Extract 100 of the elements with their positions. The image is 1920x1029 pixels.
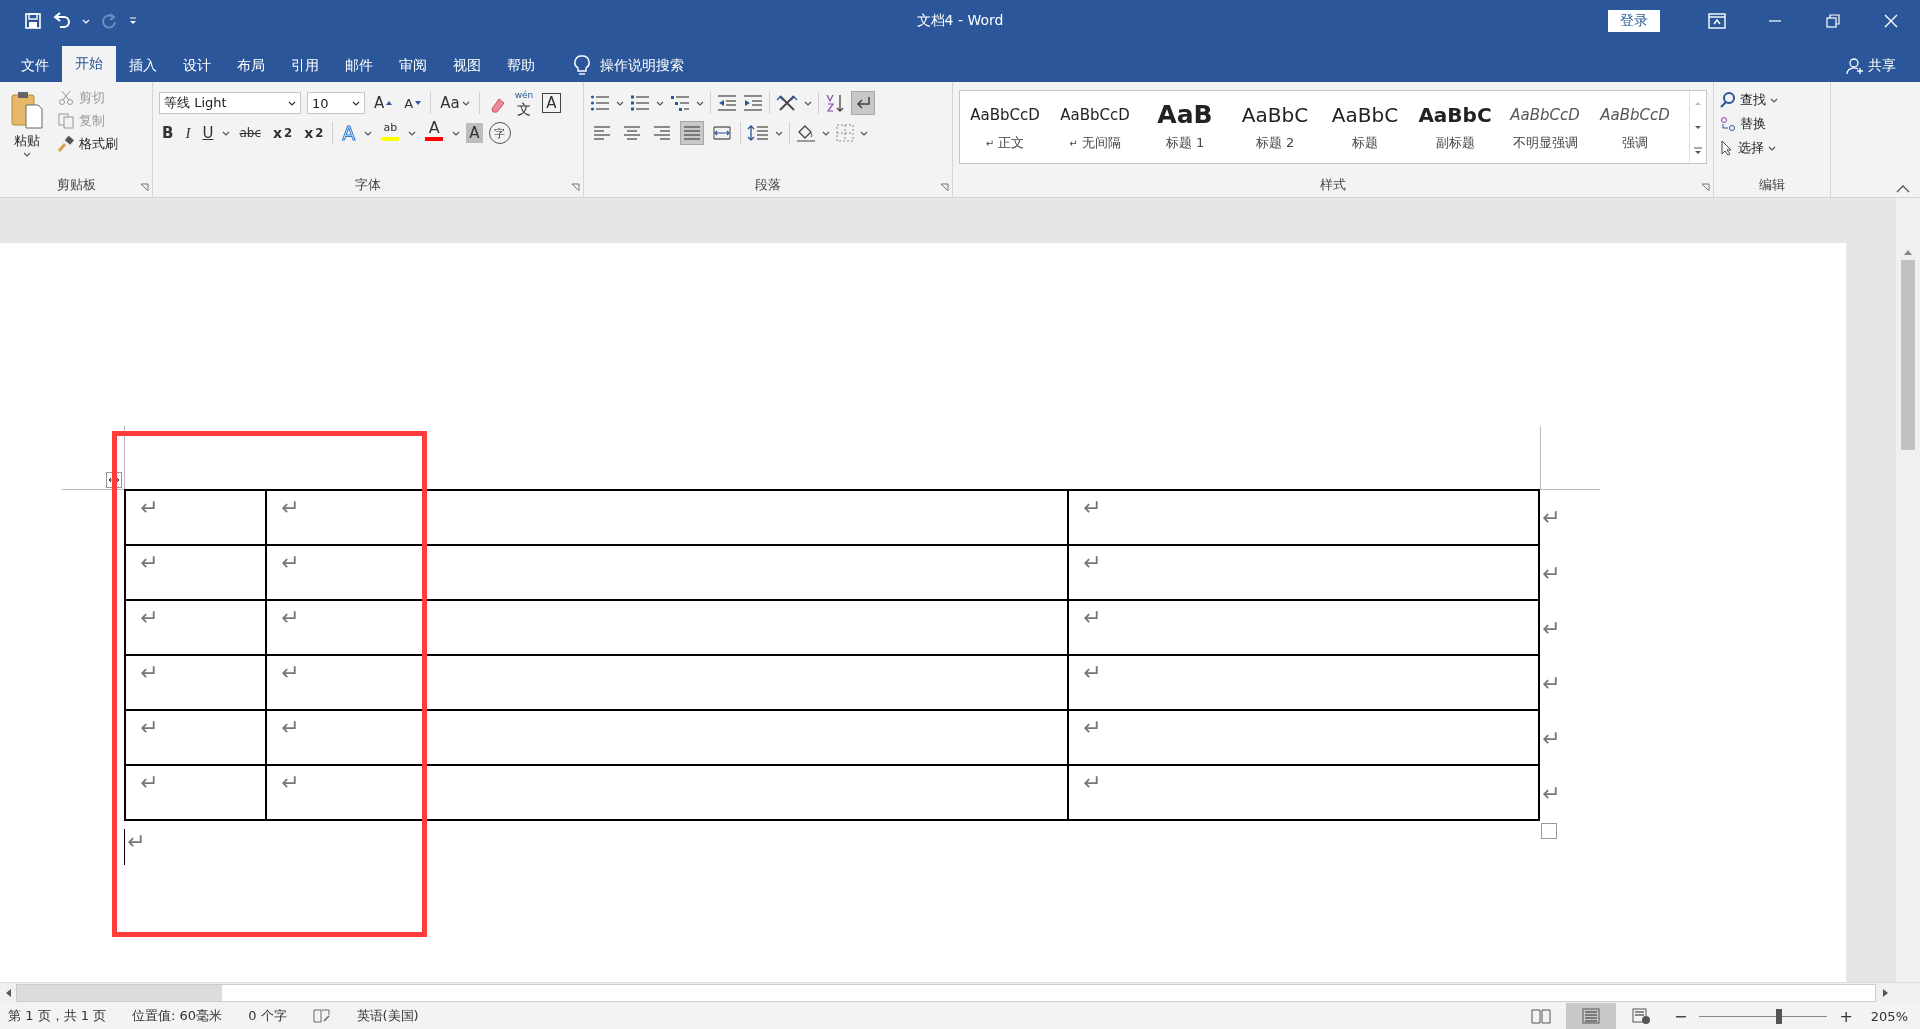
share-button[interactable]: 共享 xyxy=(1868,57,1896,75)
ribbon-tab[interactable]: 帮助 xyxy=(494,50,548,82)
alignment-button[interactable] xyxy=(680,121,704,145)
caret-icon[interactable] xyxy=(408,130,417,136)
dialog-launcher-icon[interactable] xyxy=(571,183,580,192)
font-name-field[interactable]: 等线 Light xyxy=(159,92,301,114)
ribbon-tab[interactable]: 开始 xyxy=(62,46,116,82)
style-gallery-item[interactable]: AaBbCcD 不明显强调 xyxy=(1500,91,1590,163)
lightbulb-icon[interactable] xyxy=(574,55,590,77)
ribbon-tab[interactable]: 设计 xyxy=(170,50,224,82)
status-item[interactable]: 英语(美国) xyxy=(356,1007,419,1025)
multilevel-list-icon[interactable] xyxy=(670,94,690,112)
text-layout-icon[interactable] xyxy=(776,94,798,112)
ribbon-tab[interactable]: 视图 xyxy=(440,50,494,82)
character-shading-button[interactable]: A xyxy=(466,123,483,143)
caret-icon[interactable] xyxy=(860,130,868,136)
status-item[interactable]: 第 1 页，共 1 页 xyxy=(8,1007,107,1025)
ribbon-tab[interactable]: 文件 xyxy=(8,50,62,82)
font-color-button[interactable]: A xyxy=(422,121,447,145)
clipboard-icon[interactable] xyxy=(10,90,44,130)
font-size-field[interactable]: 10 xyxy=(307,92,365,114)
zoom-level[interactable]: 205% xyxy=(1870,1008,1908,1024)
caret-icon[interactable] xyxy=(1770,97,1778,103)
font-format-button[interactable]: abc xyxy=(236,121,264,145)
vertical-scrollbar-thumb[interactable] xyxy=(1901,260,1915,450)
table-resize-handle[interactable] xyxy=(1541,823,1557,839)
style-gallery-item[interactable]: AaBbCcD ↵ 正文 xyxy=(960,91,1050,163)
style-gallery-item[interactable]: AaBbCcD ↵ 无间隔 xyxy=(1050,91,1140,163)
clipboard-action[interactable]: 格式刷 xyxy=(56,134,120,154)
status-item[interactable]: 位置值: 60毫米 xyxy=(132,1007,223,1025)
caret-icon[interactable] xyxy=(452,130,461,136)
caret-icon[interactable] xyxy=(364,130,373,136)
change-case-button[interactable]: Aa xyxy=(437,91,473,115)
numbered-list-icon[interactable] xyxy=(630,94,650,112)
paint-bucket-icon[interactable] xyxy=(796,123,816,143)
ribbon-display-icon[interactable] xyxy=(1708,13,1726,29)
ribbon-tab[interactable]: 引用 xyxy=(278,50,332,82)
highlight-button[interactable]: ab xyxy=(378,121,403,145)
editing-action[interactable]: 选择 xyxy=(1720,136,1824,160)
table-cell: ↵ xyxy=(1069,489,1540,546)
style-gallery-item[interactable]: AaBbCcD 强调 xyxy=(1590,91,1680,163)
ribbon-tab[interactable]: 邮件 xyxy=(332,50,386,82)
scroll-right-icon[interactable] xyxy=(1882,988,1890,998)
ribbon-tab[interactable]: 布局 xyxy=(224,50,278,82)
caret-icon[interactable] xyxy=(696,100,704,106)
zoom-out-button[interactable]: − xyxy=(1666,1006,1696,1026)
caret-icon[interactable] xyxy=(656,100,664,106)
grow-font-button[interactable]: A xyxy=(371,91,396,115)
increase-indent-icon[interactable] xyxy=(743,94,763,112)
undo-icon[interactable] xyxy=(52,12,72,30)
show-marks-button[interactable] xyxy=(851,91,875,115)
ribbon-tab[interactable]: 审阅 xyxy=(386,50,440,82)
paste-button[interactable]: 粘贴 xyxy=(6,88,48,159)
sort-icon[interactable] xyxy=(825,93,845,113)
caret-icon[interactable] xyxy=(222,130,231,136)
proofing-book-icon[interactable] xyxy=(312,1009,331,1023)
decrease-indent-icon[interactable] xyxy=(717,94,737,112)
caret-icon[interactable] xyxy=(1768,145,1776,151)
caret-icon[interactable] xyxy=(804,100,812,106)
style-gallery-item[interactable]: AaBbC 标题 2 xyxy=(1230,91,1320,163)
tell-me-search[interactable]: 操作说明搜索 xyxy=(600,57,684,75)
login-button[interactable]: 登录 xyxy=(1608,10,1660,32)
caret-icon[interactable] xyxy=(288,100,296,106)
caret-icon[interactable] xyxy=(775,130,783,136)
style-gallery-item[interactable]: AaBbC 标题 xyxy=(1320,91,1410,163)
status-item[interactable]: 0 个字 xyxy=(248,1007,287,1025)
dialog-launcher-icon[interactable] xyxy=(940,183,949,192)
restore-icon[interactable] xyxy=(1826,14,1840,28)
font-format-button[interactable]: I xyxy=(182,121,194,145)
font-format-button[interactable]: B xyxy=(159,121,177,145)
character-border-button[interactable]: A xyxy=(542,93,561,113)
editing-action[interactable]: 查找 xyxy=(1720,88,1824,112)
caret-icon[interactable] xyxy=(352,100,360,106)
save-icon[interactable] xyxy=(24,12,42,30)
ribbon-tab[interactable]: 插入 xyxy=(116,50,170,82)
collapse-ribbon-icon[interactable] xyxy=(1896,184,1910,193)
caret-icon[interactable] xyxy=(822,130,830,136)
style-gallery-item[interactable]: AaB 标题 1 xyxy=(1140,91,1230,163)
close-icon[interactable] xyxy=(1884,14,1898,28)
zoom-in-button[interactable]: + xyxy=(1831,1006,1861,1026)
phonetic-guide-button[interactable]: wén 文 xyxy=(511,91,537,115)
dialog-launcher-icon[interactable] xyxy=(140,183,149,192)
scroll-left-icon[interactable] xyxy=(4,988,12,998)
scroll-up-icon[interactable] xyxy=(1903,248,1913,256)
line-spacing-icon[interactable] xyxy=(747,124,769,142)
bullet-list-icon[interactable] xyxy=(590,94,610,112)
customize-caret-icon[interactable] xyxy=(128,16,138,26)
format-painter-icon[interactable] xyxy=(58,136,74,152)
style-gallery-item[interactable]: AaBbC 副标题 xyxy=(1410,91,1500,163)
caret-icon[interactable] xyxy=(461,100,470,106)
caret-icon[interactable] xyxy=(616,100,624,106)
font-format-button[interactable]: U xyxy=(199,121,217,145)
web-layout-icon xyxy=(1631,1008,1651,1024)
editing-action[interactable]: 替换 xyxy=(1720,112,1824,136)
shrink-font-button[interactable]: A xyxy=(401,91,425,115)
horizontal-scrollbar-thumb[interactable] xyxy=(17,985,222,1001)
table-cell: ↵ xyxy=(124,711,267,766)
caret-icon[interactable] xyxy=(23,152,31,157)
dialog-launcher-icon[interactable] xyxy=(1701,183,1710,192)
person-add-icon[interactable] xyxy=(1846,57,1864,75)
